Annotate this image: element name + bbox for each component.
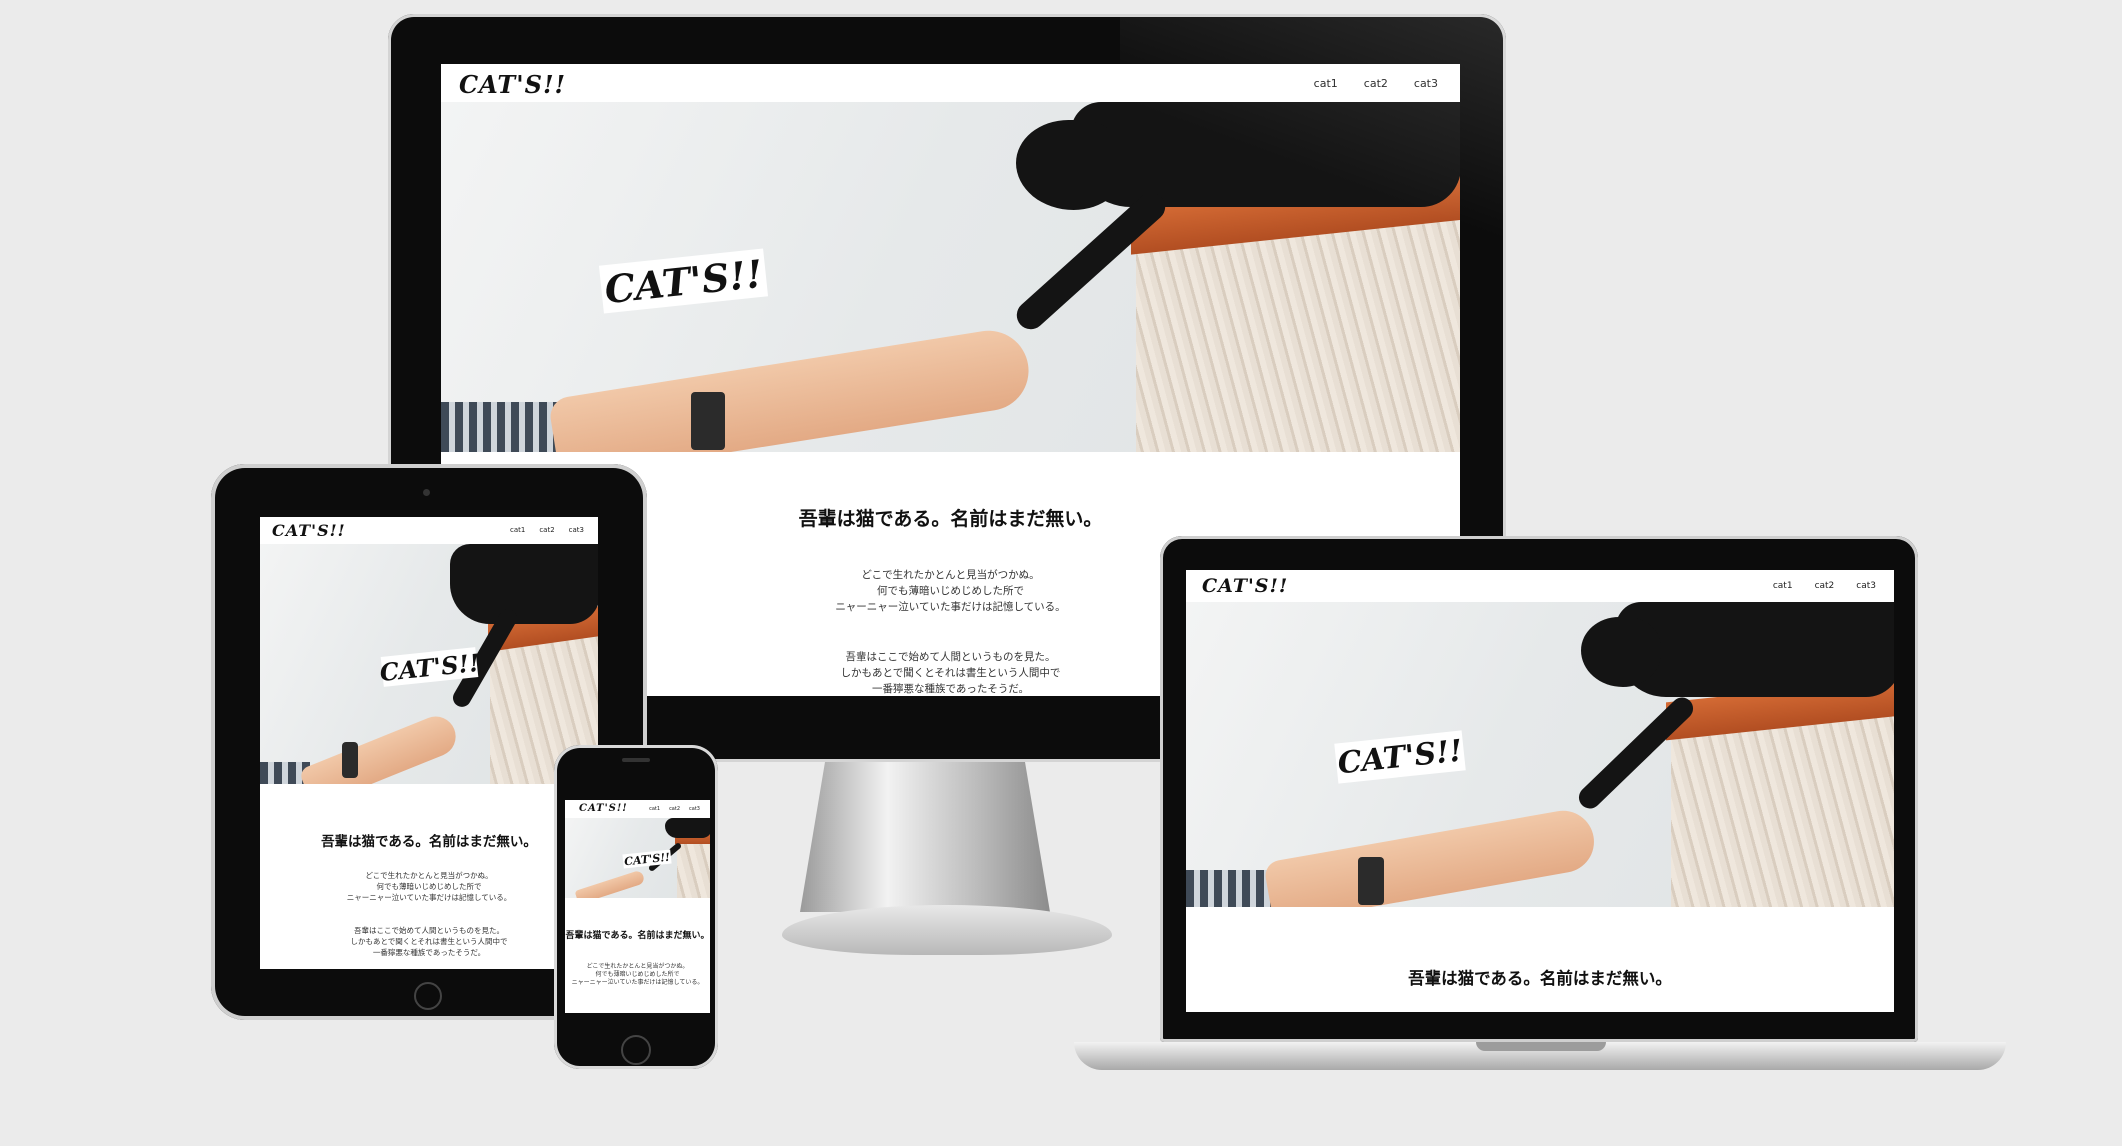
main-content: 吾輩は猫である。名前はまだ無い。 どこで生れたかとんと見当がつかぬ。 何でも薄暗… [260,784,598,958]
laptop-notch [1476,1042,1606,1051]
navbar: CAT'S!! cat1 cat2 cat3 [1186,570,1894,602]
paragraph-line: 吾輩はここで始めて人間というものを見た。 [354,926,504,935]
laptop-screen: CAT'S!! cat1 cat2 cat3 CAT'S!! 吾輩は猫である。名… [1186,570,1894,1012]
nav-link-cat3[interactable]: cat3 [1856,581,1876,591]
tablet-camera [423,489,430,496]
intro-paragraph: どこで生れたかとんと見当がつかぬ。 何でも薄暗いじめじめした所で ニャーニャー泣… [565,963,710,987]
monitor-stand-base [782,905,1112,955]
hero-sleeve [1186,870,1276,907]
monitor-stand [800,762,1050,912]
hero-image: CAT'S!! [1186,602,1894,907]
paragraph-line: しかもあとで聞くとそれは書生という人間中で [350,937,508,946]
paragraph-line: ニャーニャー泣いていた事だけは記憶している。 [571,979,704,986]
page-heading: 吾輩は猫である。名前はまだ無い。 [565,931,710,941]
hero-pillar [677,838,710,898]
tablet-home-button[interactable] [414,982,442,1010]
site-logo[interactable]: CAT'S!! [272,521,346,540]
nav-link-cat2[interactable]: cat2 [669,806,680,812]
page-heading: 吾輩は猫である。名前はまだ無い。 [1408,969,1672,988]
site-logo[interactable]: CAT'S!! [1202,575,1288,597]
site-logo[interactable]: CAT'S!! [579,803,628,814]
nav-links: cat1 cat2 cat3 [510,526,584,534]
hero-logo: CAT'S!! [1334,730,1466,784]
hero-cat [450,544,598,624]
nav-link-cat1[interactable]: cat1 [510,526,525,534]
hero-logo: CAT'S!! [622,849,672,869]
hero-arm [1263,805,1599,907]
nav-link-cat3[interactable]: cat3 [689,806,700,812]
phone-home-button[interactable] [621,1035,651,1065]
hero-cat-head [1581,617,1661,687]
paragraph-line: どこで生れたかとんと見当がつかぬ。 [586,963,689,970]
monitor-gloss [1120,14,1506,254]
hero-cat-head [1016,120,1126,210]
nav-link-cat1[interactable]: cat1 [1773,581,1793,591]
hero-arm [574,869,646,898]
hero-image: CAT'S!! [260,544,598,784]
hero-arm [298,710,462,784]
hero-watch [1358,857,1384,905]
nav-link-cat2[interactable]: cat2 [1815,581,1835,591]
paragraph-line: 何でも薄暗いじめじめした所で [376,882,482,891]
nav-links: cat1 cat2 cat3 [649,806,700,812]
page-heading: 吾輩は猫である。名前はまだ無い。 [321,834,537,850]
paragraph-line: 一番獰悪な種族であったそうだ。 [372,948,486,957]
intro-paragraph: どこで生れたかとんと見当がつかぬ。 何でも薄暗いじめじめした所で ニャーニャー泣… [260,870,598,903]
paragraph-line: どこで生れたかとんと見当がつかぬ。 [365,871,493,880]
nav-link-cat3[interactable]: cat3 [569,526,584,534]
hero-image: CAT'S!! [565,818,710,898]
hero-watch [342,742,358,778]
site-logo[interactable]: CAT'S!! [459,70,566,99]
hero-arm [547,324,1035,452]
main-content: 吾輩は猫である。名前はまだ無い。 どこで生れたかとんと見当がつかぬ。 何でも薄暗… [565,898,710,987]
phone-speaker [622,758,650,762]
main-content: 吾輩は猫である。名前はまだ無い。 [1186,907,1894,989]
hero-pillar [1671,707,1894,907]
navbar: CAT'S!! cat1 cat2 cat3 [260,517,598,544]
paragraph-line: 何でも薄暗いじめじめした所で [595,971,680,978]
nav-links: cat1 cat2 cat3 [1773,581,1876,591]
hero-logo: CAT'S!! [598,248,769,314]
second-paragraph: 吾輩はここで始めて人間というものを見た。 しかもあとで聞くとそれは書生という人間… [260,925,598,958]
hero-cat [665,818,710,838]
phone-screen: CAT'S!! cat1 cat2 cat3 CAT'S!! 吾輩は猫である。名… [565,800,710,1013]
hero-watch [691,392,725,450]
tablet-screen: CAT'S!! cat1 cat2 cat3 CAT'S!! 吾輩は猫である。名… [260,517,598,969]
nav-link-cat2[interactable]: cat2 [539,526,554,534]
nav-link-cat1[interactable]: cat1 [649,806,660,812]
navbar: CAT'S!! cat1 cat2 cat3 [565,800,710,818]
paragraph-line: ニャーニャー泣いていた事だけは記憶している。 [346,893,512,902]
